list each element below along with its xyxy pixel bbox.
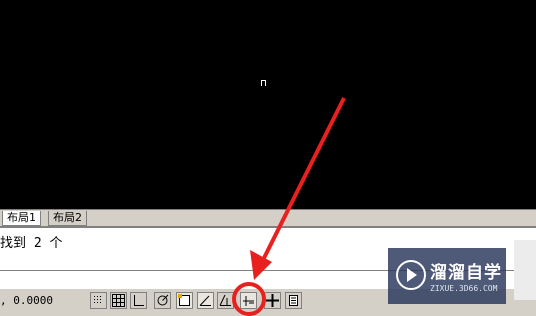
watermark: 溜溜自学 ZIXUE.3D66.COM bbox=[388, 248, 506, 304]
play-logo-icon bbox=[396, 260, 426, 290]
watermark-title: 溜溜自学 bbox=[430, 263, 502, 283]
watermark-subtitle: ZIXUE.3D66.COM bbox=[430, 284, 498, 293]
